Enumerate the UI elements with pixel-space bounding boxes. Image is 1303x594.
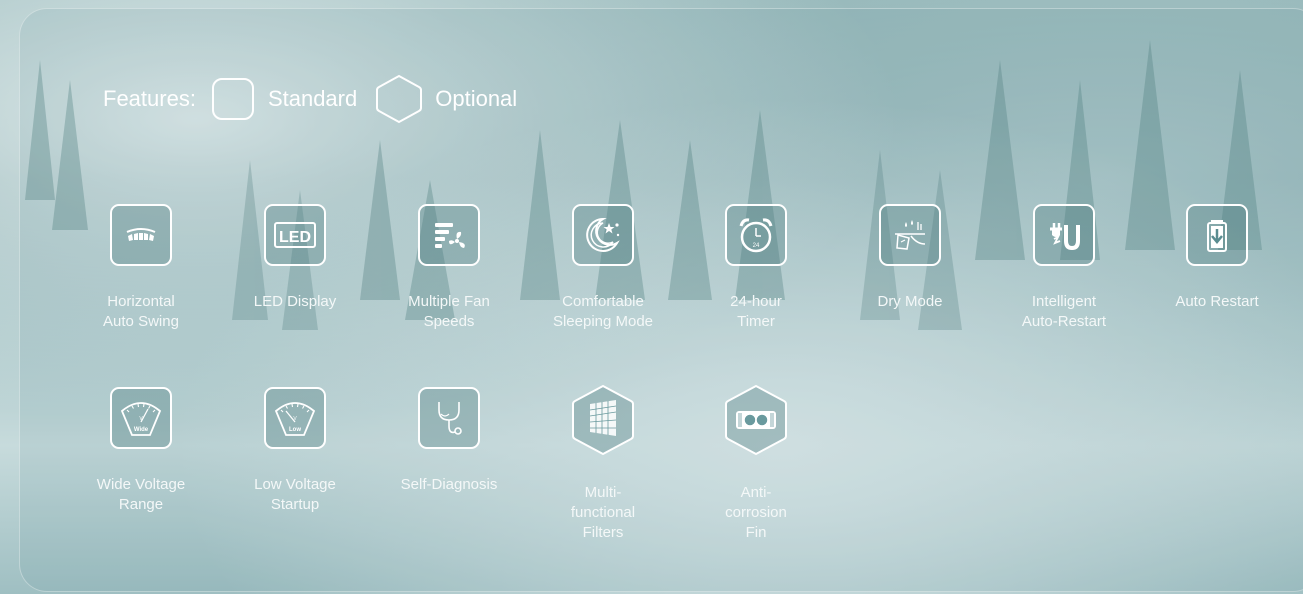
feature-label: Dry Mode xyxy=(877,293,943,310)
legend-standard-label: Standard xyxy=(267,86,358,111)
feature-comfortable-sleeping-mode: Comfortable Sleeping Mode xyxy=(528,204,678,332)
feature-label: Anti- corrosion Fin xyxy=(725,484,787,541)
feature-multiple-fan-speeds: Multiple Fan Speeds xyxy=(374,204,524,332)
feature-label: Wide Voltage Range xyxy=(96,476,186,513)
svg-text:V: V xyxy=(293,416,297,422)
alarm-clock-icon: 24 xyxy=(725,204,787,266)
feature-label: Comfortable Sleeping Mode xyxy=(552,293,654,330)
feature-low-voltage-startup: V Low Low Voltage Startup xyxy=(220,387,370,515)
legend-prefix: Features: xyxy=(103,86,196,111)
feature-24-hour-timer: 24 24-hour Timer xyxy=(681,204,831,332)
feature-label: LED Display xyxy=(253,293,337,310)
feature-intelligent-auto-restart: Intelligent Auto-Restart xyxy=(989,204,1139,332)
gauge-low-text: Low xyxy=(289,427,301,433)
feature-led-display: LED LED Display xyxy=(220,204,370,312)
fan-speeds-icon xyxy=(418,204,480,266)
feature-label: Multiple Fan Speeds xyxy=(408,293,490,330)
filter-mesh-icon xyxy=(572,384,634,456)
features-legend: Features: Standard Optional xyxy=(103,74,518,124)
legend-optional-label: Optional xyxy=(435,86,518,111)
feature-label: Low Voltage Startup xyxy=(254,476,336,513)
moon-stars-icon xyxy=(572,204,634,266)
standard-square-icon xyxy=(211,78,254,120)
feature-label: 24-hour Timer xyxy=(730,293,782,330)
voltage-gauge-icon: V Low xyxy=(264,387,326,449)
plug-restart-icon xyxy=(1033,204,1095,266)
feature-label: Auto Restart xyxy=(1175,293,1259,310)
feature-anti-corrosion-fin: Anti- corrosion Fin xyxy=(681,384,831,543)
led-icon-text: LED xyxy=(279,229,311,246)
feature-self-diagnosis: Self-Diagnosis xyxy=(374,387,524,495)
feature-label: Self-Diagnosis xyxy=(400,476,498,493)
dry-mode-icon xyxy=(879,204,941,266)
stethoscope-icon xyxy=(418,387,480,449)
feature-horizontal-auto-swing: Horizontal Auto Swing xyxy=(66,204,216,332)
timer-icon-text: 24 xyxy=(753,243,760,249)
led-display-icon: LED xyxy=(264,204,326,266)
feature-label: Multi- functional Filters xyxy=(570,484,636,541)
gauge-wide-text: Wide xyxy=(134,427,149,433)
feature-label: Intelligent Auto-Restart xyxy=(1021,293,1107,330)
voltage-gauge-icon: V Wide xyxy=(110,387,172,449)
horizontal-swing-icon xyxy=(110,204,172,266)
feature-multi-functional-filters: Multi- functional Filters xyxy=(528,384,678,543)
feature-dry-mode: Dry Mode xyxy=(835,204,985,312)
feature-auto-restart: Auto Restart xyxy=(1142,204,1292,312)
fin-coil-icon xyxy=(725,384,787,456)
feature-label: Horizontal Auto Swing xyxy=(103,293,179,330)
optional-hexagon-icon xyxy=(376,74,423,124)
battery-restart-icon xyxy=(1186,204,1248,266)
feature-wide-voltage-range: V Wide Wide Voltage Range xyxy=(66,387,216,515)
